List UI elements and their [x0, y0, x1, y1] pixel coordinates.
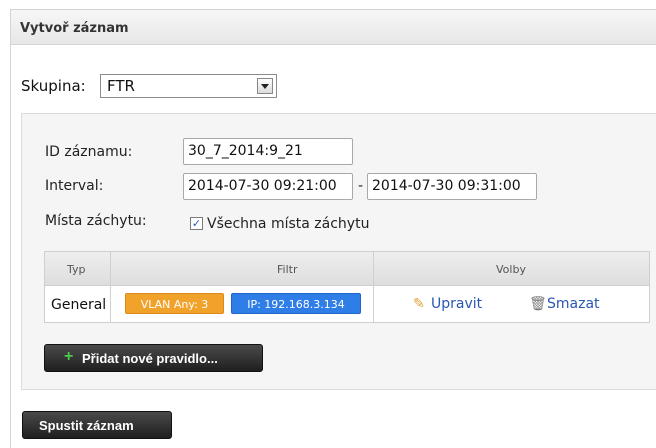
filter-badge-ip: IP: 192.168.3.134 — [231, 293, 361, 314]
edit-rule-link[interactable]: Upravit — [431, 296, 482, 312]
checkmark-icon: ✓ — [191, 217, 202, 230]
interval-from-input[interactable]: 2014-07-30 09:21:00 — [183, 173, 353, 200]
start-recording-button[interactable]: Spustit záznam — [22, 411, 172, 439]
interval-separator: - — [358, 178, 364, 194]
group-select-value: FTR — [107, 77, 135, 95]
rules-table: Typ Filtr Volby General VLAN Any: 3 IP: … — [44, 251, 650, 323]
capture-label: Místa záchytu: — [45, 213, 147, 229]
panel-title: Vytvoř záznam — [20, 21, 129, 36]
group-select[interactable]: FTR — [100, 74, 277, 98]
add-rule-button[interactable]: + Přidat nové pravidlo... — [44, 344, 263, 372]
trash-icon[interactable]: 🗑 — [529, 296, 547, 312]
id-input-value: 30_7_2014:9_21 — [188, 143, 303, 159]
id-input[interactable]: 30_7_2014:9_21 — [183, 138, 353, 165]
header-type: Typ — [67, 263, 86, 276]
pencil-icon[interactable]: ✎ — [413, 296, 425, 312]
interval-to-input[interactable]: 2014-07-30 09:31:00 — [367, 173, 537, 200]
rule-type-cell: General — [51, 297, 107, 313]
column-divider — [373, 252, 374, 322]
add-rule-button-label: Přidat nové pravidlo... — [82, 351, 218, 366]
all-capture-checkbox-label[interactable]: Všechna místa záchytu — [207, 216, 369, 232]
header-filter: Filtr — [277, 263, 298, 276]
group-label: Skupina: — [21, 77, 86, 95]
delete-rule-link[interactable]: Smazat — [547, 296, 600, 312]
header-options: Volby — [496, 263, 526, 276]
interval-label: Interval: — [45, 178, 104, 194]
table-header — [45, 252, 649, 286]
start-recording-button-label: Spustit záznam — [39, 418, 134, 433]
interval-from-value: 2014-07-30 09:21:00 — [188, 178, 337, 194]
column-divider — [110, 252, 111, 322]
chevron-down-icon[interactable] — [257, 78, 273, 94]
plus-icon: + — [64, 348, 74, 365]
filter-badge-vlan: VLAN Any: 3 — [125, 293, 224, 314]
all-capture-checkbox[interactable]: ✓ — [190, 217, 203, 230]
id-label: ID záznamu: — [45, 144, 133, 160]
interval-to-value: 2014-07-30 09:31:00 — [372, 178, 521, 194]
